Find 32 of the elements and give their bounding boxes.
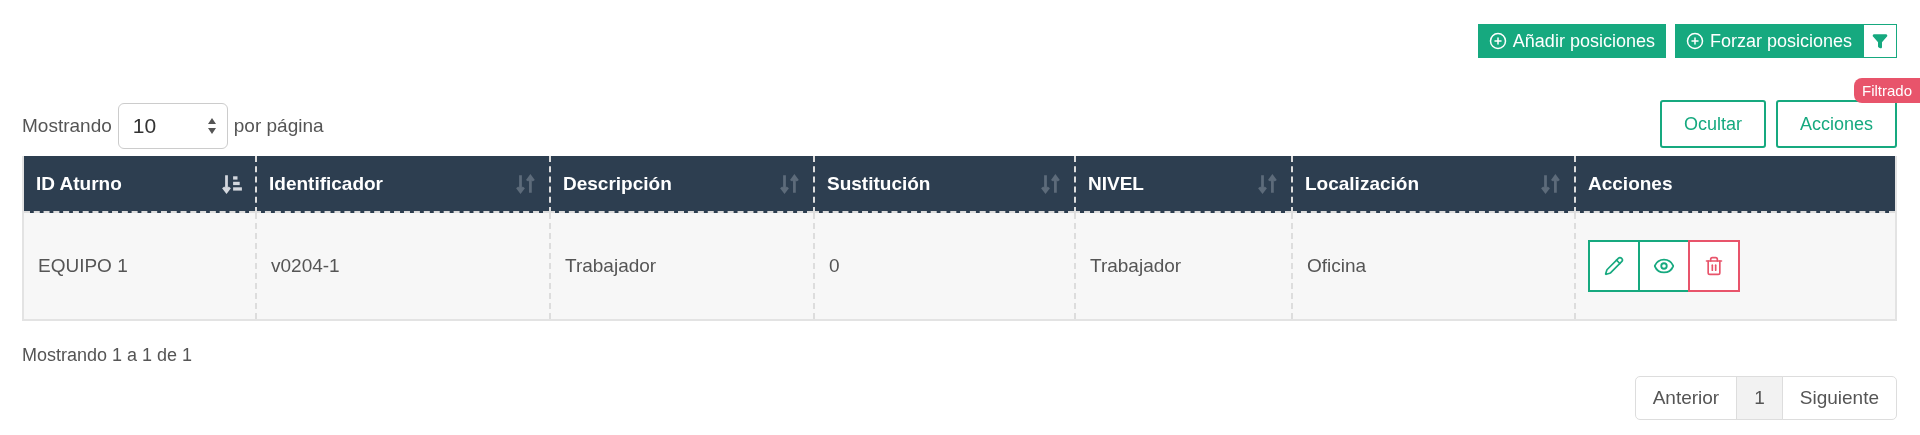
filter-icon bbox=[1872, 33, 1888, 49]
stepper-icon bbox=[206, 116, 217, 136]
next-button[interactable]: Siguiente bbox=[1781, 376, 1897, 420]
column-header[interactable]: Acciones bbox=[1574, 156, 1895, 213]
column-header[interactable]: Sustitución bbox=[813, 156, 1074, 213]
page-size-select[interactable]: 10 bbox=[117, 103, 228, 149]
table-cell: Oficina bbox=[1291, 213, 1574, 319]
view-button[interactable] bbox=[1638, 240, 1690, 292]
plus-icon bbox=[1685, 32, 1704, 50]
column-header[interactable]: Localización bbox=[1291, 156, 1574, 213]
edit-button[interactable] bbox=[1588, 240, 1640, 292]
filter-button[interactable] bbox=[1863, 24, 1897, 58]
delete-button[interactable] bbox=[1688, 240, 1740, 292]
summary-text: Mostrando 1 a 1 de 1 bbox=[22, 345, 194, 366]
plus-icon bbox=[1488, 32, 1507, 50]
column-header[interactable]: ID Aturno bbox=[24, 156, 255, 213]
table-cell: Trabajador bbox=[1074, 213, 1291, 319]
page-button[interactable]: 1 bbox=[1736, 376, 1783, 420]
trash-icon bbox=[1704, 256, 1724, 276]
previous-button[interactable]: Anterior bbox=[1634, 376, 1738, 420]
table-cell: v0204-1 bbox=[255, 213, 549, 319]
table-cell: 0 bbox=[813, 213, 1074, 319]
table-cell: Trabajador bbox=[549, 213, 813, 319]
label: Mostrando bbox=[22, 115, 112, 137]
column-header[interactable]: NIVEL bbox=[1074, 156, 1291, 213]
table-cell: EQUIPO 1 bbox=[24, 213, 255, 319]
tooltip: Filtrado bbox=[1853, 78, 1920, 103]
sort-icon[interactable] bbox=[221, 172, 243, 195]
label: por página bbox=[233, 115, 324, 137]
edit-icon bbox=[1604, 256, 1624, 276]
column-header[interactable]: Identificador bbox=[255, 156, 549, 213]
column-header[interactable]: Descripción bbox=[549, 156, 813, 213]
